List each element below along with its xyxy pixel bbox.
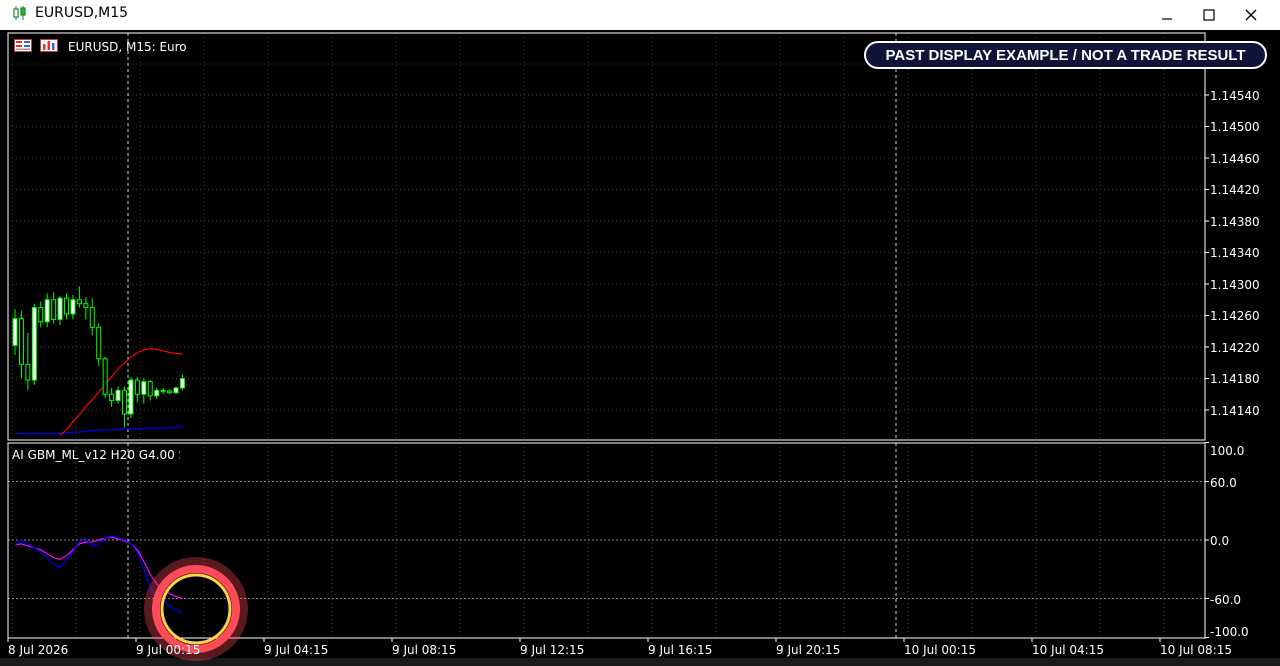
price-axis-label: 1.14460 xyxy=(1210,152,1260,166)
time-axis-label: 9 Jul 08:15 xyxy=(392,643,457,657)
time-scale-strip[interactable] xyxy=(0,658,1280,666)
indicator-axis-label: -60.0 xyxy=(1210,593,1242,607)
market-depth-icon[interactable] xyxy=(40,39,58,52)
chart-area[interactable] xyxy=(0,30,1280,666)
time-axis-label: 9 Jul 04:15 xyxy=(264,643,329,657)
chart-window-icon xyxy=(13,6,26,20)
price-axis-label: 1.14220 xyxy=(1210,341,1260,355)
disclaimer-banner: PAST DISPLAY EXAMPLE / NOT A TRADE RESUL… xyxy=(864,41,1267,69)
price-axis-label: 1.14140 xyxy=(1210,404,1260,418)
price-axis-label: 1.14380 xyxy=(1210,215,1260,229)
chart-symbol-label: EURUSD, M15: Euro xyxy=(68,40,187,54)
minimize-button[interactable] xyxy=(1146,0,1188,30)
window-title-bar[interactable]: EURUSD,M15 xyxy=(0,0,1280,30)
indicator-axis-label: 0.0 xyxy=(1210,534,1230,548)
time-axis-label: 10 Jul 08:15 xyxy=(1160,643,1232,657)
indicator-axis-label: -100.0 xyxy=(1210,625,1249,639)
time-axis-label: 9 Jul 00:15 xyxy=(136,643,201,657)
indicator-axis-label: 60.0 xyxy=(1210,476,1237,490)
time-axis-label: 9 Jul 12:15 xyxy=(520,643,585,657)
close-icon xyxy=(1245,9,1257,21)
time-axis-label: 9 Jul 16:15 xyxy=(648,643,713,657)
time-axis-label: 10 Jul 04:15 xyxy=(1032,643,1104,657)
close-button[interactable] xyxy=(1230,0,1272,30)
maximize-button[interactable] xyxy=(1188,0,1230,30)
window-title: EURUSD,M15 xyxy=(35,5,129,21)
one-click-trading-icon[interactable] xyxy=(14,39,32,52)
price-axis-label: 1.14300 xyxy=(1210,278,1260,292)
maximize-icon xyxy=(1203,9,1215,21)
price-axis-label: 1.14340 xyxy=(1210,246,1260,260)
time-axis-label: 8 Jul 2026 xyxy=(8,643,69,657)
price-axis-label: 1.14500 xyxy=(1210,120,1260,134)
time-axis-label: 10 Jul 00:15 xyxy=(904,643,976,657)
minimize-icon xyxy=(1162,18,1172,20)
time-axis-label: 9 Jul 20:15 xyxy=(776,643,841,657)
price-axis-label: 1.14540 xyxy=(1210,89,1260,103)
indicator-axis-label: 100.0 xyxy=(1210,444,1245,458)
price-axis-label: 1.14420 xyxy=(1210,183,1260,197)
indicator-label: AI GBM_ML_v12 H20 G4.00 Si xyxy=(12,448,180,462)
price-axis-label: 1.14260 xyxy=(1210,309,1260,323)
price-axis-label: 1.14180 xyxy=(1210,372,1260,386)
